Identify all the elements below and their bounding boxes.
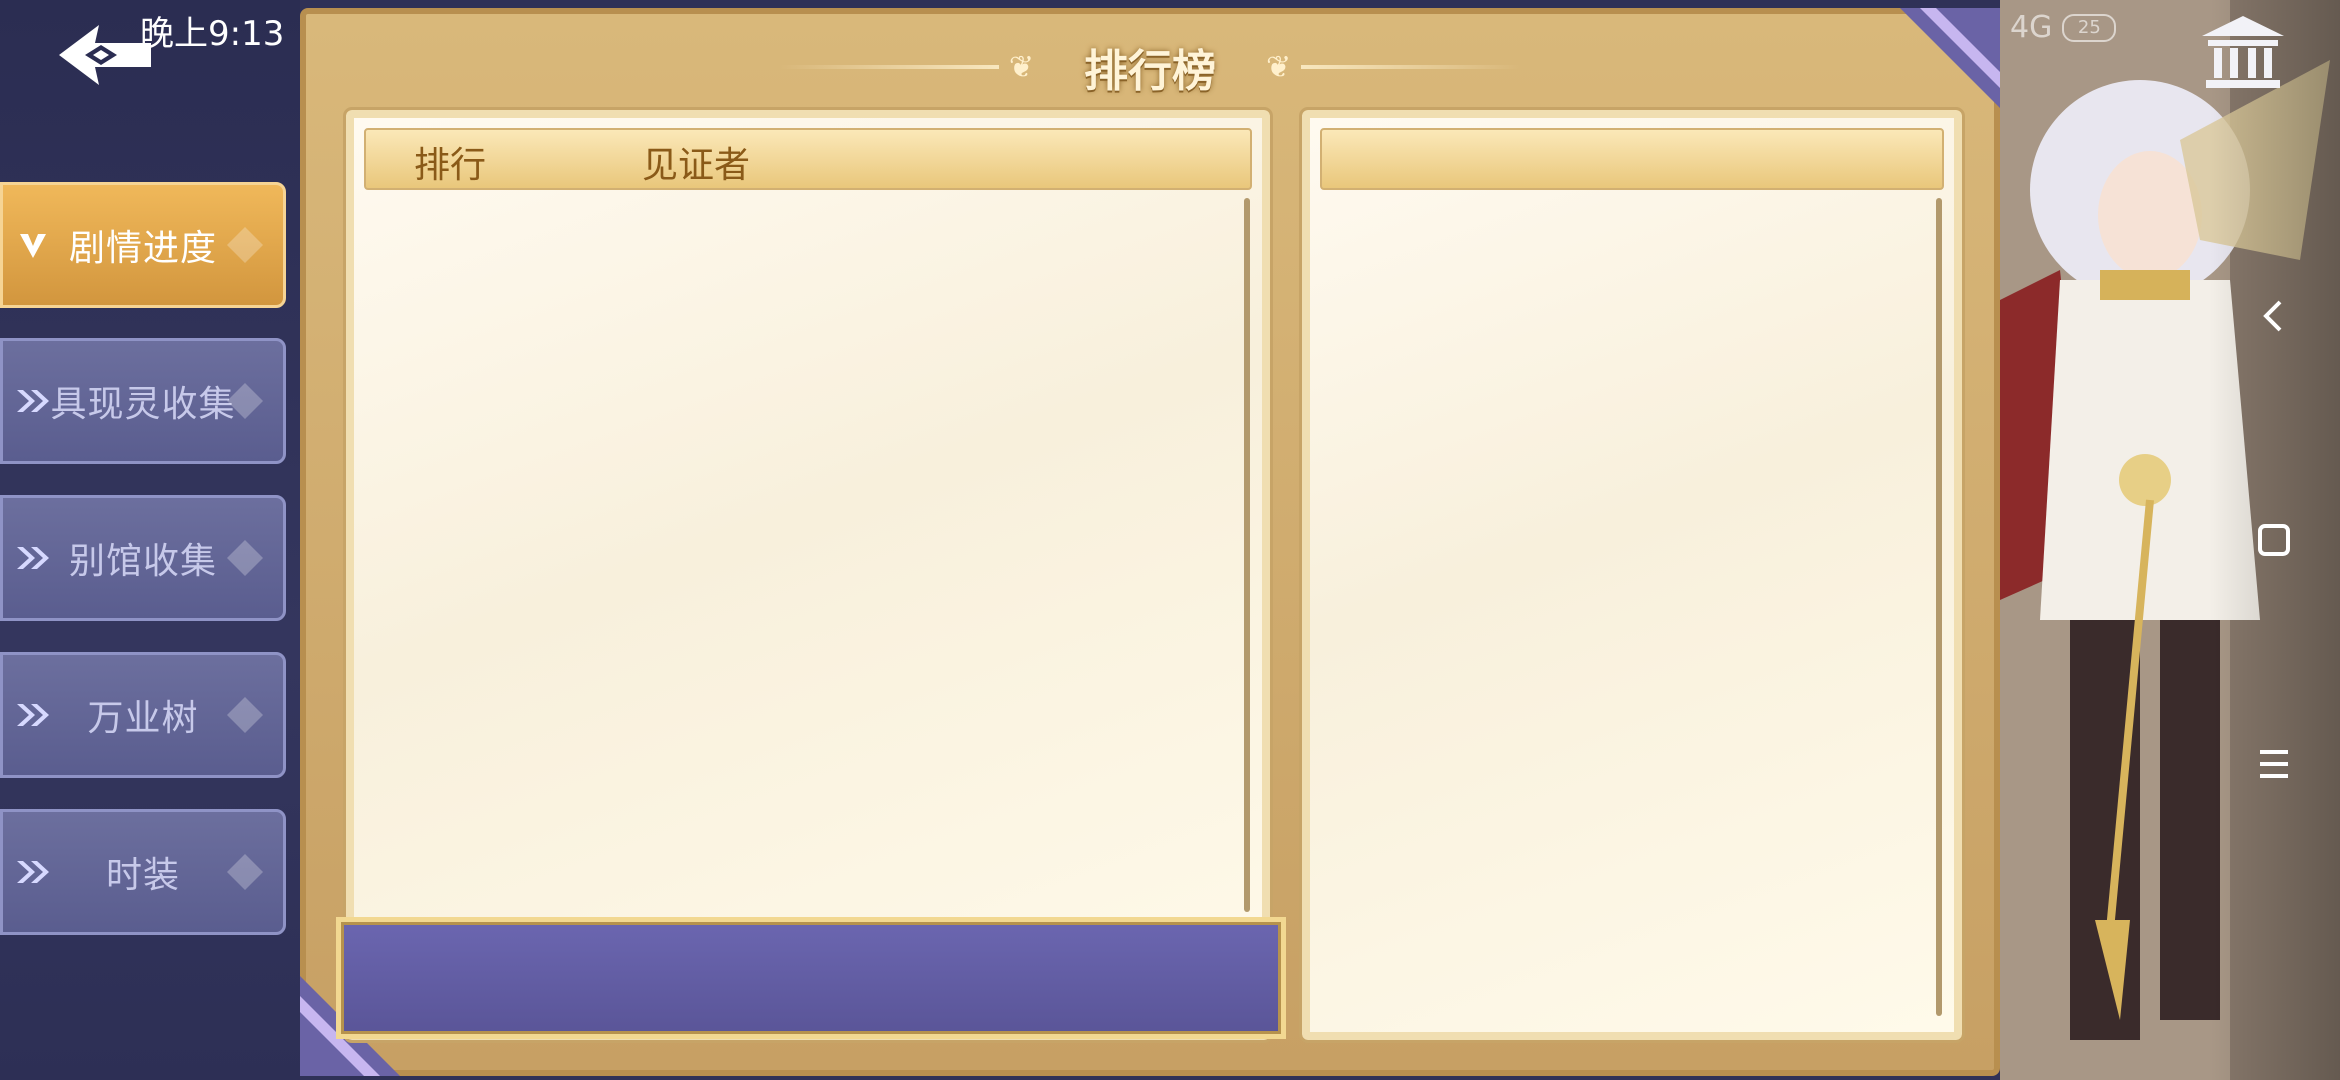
square-icon (2258, 524, 2290, 556)
ornament-line (778, 65, 999, 69)
title-banner: ❦ 排行榜 ❦ (306, 32, 1994, 102)
system-menu-button[interactable] (2250, 740, 2298, 788)
tab-label: 时装 (105, 855, 180, 896)
swirl-ornament-icon: ❦ (1266, 49, 1292, 85)
ranking-list-panel: 排行 见证者 (343, 107, 1273, 1043)
swirl-ornament-icon: ❦ (1008, 49, 1034, 85)
page-title: 排行榜 (1084, 46, 1216, 97)
decorative-diamond-icon (227, 854, 263, 890)
chevron-badge-icon (13, 225, 53, 265)
decorative-diamond-icon (227, 383, 263, 419)
ranking-list-scrollbar[interactable] (1244, 198, 1250, 912)
battery-indicator: 25 (2062, 13, 2117, 42)
tab-story-progress[interactable]: 剧情进度 (0, 182, 286, 308)
tab-fashion[interactable]: 时装 (0, 809, 286, 935)
sidebar: 晚上9:13 剧情进度 具现灵收集 别馆收集 万业树 时装 (0, 0, 300, 1080)
museum-icon (2202, 16, 2284, 88)
arrow-diamond-icon (13, 695, 53, 735)
tab-spirit-collection[interactable]: 具现灵收集 (0, 338, 286, 464)
arrow-diamond-icon (13, 381, 53, 421)
tab-label: 具现灵收集 (50, 384, 236, 425)
arrow-diamond-icon (13, 538, 53, 578)
tab-villa-collection[interactable]: 别馆收集 (0, 495, 286, 621)
column-header-witness: 见证者 (642, 145, 751, 186)
museum-button[interactable] (2198, 12, 2288, 90)
ornament-line (1301, 65, 1522, 69)
decorative-diamond-icon (227, 540, 263, 576)
detail-panel (1299, 107, 1965, 1043)
my-rank-bar (336, 917, 1286, 1039)
menu-icon (2260, 750, 2288, 778)
detail-panel-scrollbar[interactable] (1936, 198, 1942, 1016)
leaderboard-board: ❦ 排行榜 ❦ 排行 见证者 (300, 8, 2000, 1076)
tab-karma-tree[interactable]: 万业树 (0, 652, 286, 778)
decorative-diamond-icon (227, 697, 263, 733)
system-home-button[interactable] (2250, 516, 2298, 564)
arrow-diamond-icon (13, 852, 53, 892)
network-status: 4G (2010, 10, 2053, 45)
tab-label: 剧情进度 (68, 228, 217, 269)
ranking-list-header: 排行 见证者 (364, 128, 1252, 190)
leaderboard-screen: 晚上9:13 剧情进度 具现灵收集 别馆收集 万业树 时装 ❦ 排行榜 ❦ 排行… (0, 0, 2340, 1080)
system-back-button[interactable] (2250, 292, 2298, 340)
tab-label: 万业树 (87, 698, 199, 739)
column-header-rank: 排行 (414, 145, 487, 186)
chevron-left-icon (2263, 300, 2282, 332)
detail-panel-header (1320, 128, 1944, 190)
status-indicators: 4G 25 (2010, 10, 2117, 45)
decorative-diamond-icon (227, 227, 263, 263)
tab-label: 别馆收集 (68, 541, 217, 582)
status-time: 晚上9:13 (140, 14, 285, 54)
